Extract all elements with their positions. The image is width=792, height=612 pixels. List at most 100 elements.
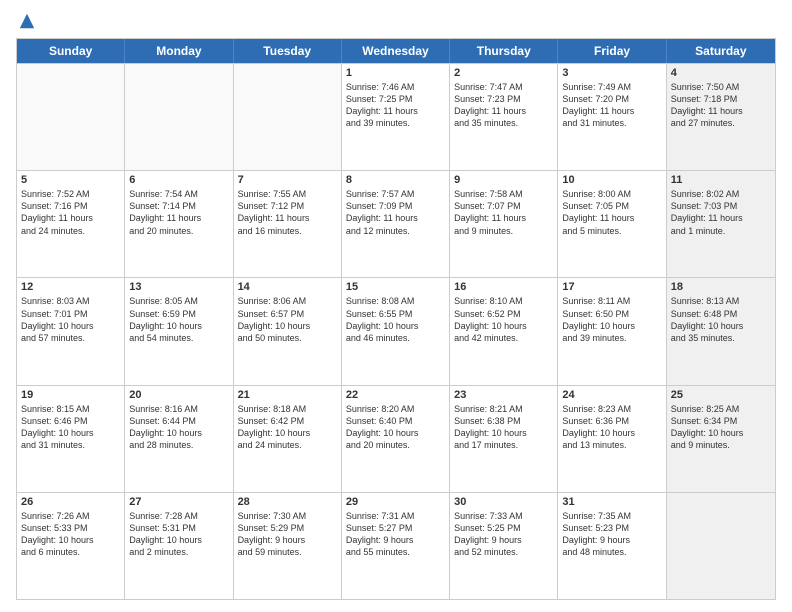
day-header-wednesday: Wednesday [342,39,450,63]
day-number: 5 [21,174,120,186]
day-number: 24 [562,389,661,401]
day-info: Sunrise: 8:16 AM Sunset: 6:44 PM Dayligh… [129,403,228,452]
day-header-thursday: Thursday [450,39,558,63]
calendar-cell: 16 Sunrise: 8:10 AM Sunset: 6:52 PM Dayli… [450,278,558,384]
calendar-cell: 20 Sunrise: 8:16 AM Sunset: 6:44 PM Dayli… [125,386,233,492]
calendar-cell: 1 Sunrise: 7:46 AM Sunset: 7:25 PM Daylig… [342,64,450,170]
day-number: 23 [454,389,553,401]
day-info: Sunrise: 8:23 AM Sunset: 6:36 PM Dayligh… [562,403,661,452]
day-info: Sunrise: 8:10 AM Sunset: 6:52 PM Dayligh… [454,295,553,344]
day-number: 13 [129,281,228,293]
day-info: Sunrise: 7:52 AM Sunset: 7:16 PM Dayligh… [21,188,120,237]
calendar-header: SundayMondayTuesdayWednesdayThursdayFrid… [17,39,775,63]
calendar-cell [17,64,125,170]
day-number: 17 [562,281,661,293]
day-number: 30 [454,496,553,508]
day-info: Sunrise: 8:15 AM Sunset: 6:46 PM Dayligh… [21,403,120,452]
calendar: SundayMondayTuesdayWednesdayThursdayFrid… [16,38,776,600]
calendar-cell: 4 Sunrise: 7:50 AM Sunset: 7:18 PM Daylig… [667,64,775,170]
day-number: 19 [21,389,120,401]
day-info: Sunrise: 8:13 AM Sunset: 6:48 PM Dayligh… [671,295,771,344]
calendar-cell: 5 Sunrise: 7:52 AM Sunset: 7:16 PM Daylig… [17,171,125,277]
day-number: 20 [129,389,228,401]
calendar-cell: 9 Sunrise: 7:58 AM Sunset: 7:07 PM Daylig… [450,171,558,277]
calendar-cell: 19 Sunrise: 8:15 AM Sunset: 6:46 PM Dayli… [17,386,125,492]
calendar-cell: 12 Sunrise: 8:03 AM Sunset: 7:01 PM Dayli… [17,278,125,384]
day-number: 27 [129,496,228,508]
calendar-cell: 18Sunrise: 8:13 AM Sunset: 6:48 PM Dayli… [667,278,775,384]
day-info: Sunrise: 7:31 AM Sunset: 5:27 PM Dayligh… [346,510,445,559]
calendar-row: 19 Sunrise: 8:15 AM Sunset: 6:46 PM Dayli… [17,385,775,492]
day-number: 7 [238,174,337,186]
day-number: 12 [21,281,120,293]
calendar-row: 12 Sunrise: 8:03 AM Sunset: 7:01 PM Dayli… [17,277,775,384]
day-header-monday: Monday [125,39,233,63]
day-info: Sunrise: 8:02 AM Sunset: 7:03 PM Dayligh… [671,188,771,237]
day-number: 21 [238,389,337,401]
logo-icon [18,12,36,30]
day-number: 1 [346,67,445,79]
day-info: Sunrise: 8:05 AM Sunset: 6:59 PM Dayligh… [129,295,228,344]
day-info: Sunrise: 8:11 AM Sunset: 6:50 PM Dayligh… [562,295,661,344]
calendar-cell: 10 Sunrise: 8:00 AM Sunset: 7:05 PM Dayli… [558,171,666,277]
day-info: Sunrise: 7:30 AM Sunset: 5:29 PM Dayligh… [238,510,337,559]
calendar-cell: 2 Sunrise: 7:47 AM Sunset: 7:23 PM Daylig… [450,64,558,170]
day-info: Sunrise: 7:58 AM Sunset: 7:07 PM Dayligh… [454,188,553,237]
day-info: Sunrise: 7:28 AM Sunset: 5:31 PM Dayligh… [129,510,228,559]
day-number: 8 [346,174,445,186]
day-info: Sunrise: 8:21 AM Sunset: 6:38 PM Dayligh… [454,403,553,452]
day-number: 15 [346,281,445,293]
day-info: Sunrise: 7:55 AM Sunset: 7:12 PM Dayligh… [238,188,337,237]
calendar-cell: 23 Sunrise: 8:21 AM Sunset: 6:38 PM Dayli… [450,386,558,492]
day-info: Sunrise: 8:20 AM Sunset: 6:40 PM Dayligh… [346,403,445,452]
calendar-row: 26 Sunrise: 7:26 AM Sunset: 5:33 PM Dayli… [17,492,775,599]
calendar-cell: 25Sunrise: 8:25 AM Sunset: 6:34 PM Dayli… [667,386,775,492]
calendar-cell: 6Sunrise: 7:54 AM Sunset: 7:14 PM Daylig… [125,171,233,277]
calendar-cell [125,64,233,170]
day-number: 14 [238,281,337,293]
calendar-cell: 14 Sunrise: 8:06 AM Sunset: 6:57 PM Dayli… [234,278,342,384]
calendar-cell: 11Sunrise: 8:02 AM Sunset: 7:03 PM Dayli… [667,171,775,277]
calendar-row: 5 Sunrise: 7:52 AM Sunset: 7:16 PM Daylig… [17,170,775,277]
day-info: Sunrise: 7:47 AM Sunset: 7:23 PM Dayligh… [454,81,553,130]
calendar-cell [234,64,342,170]
day-number: 16 [454,281,553,293]
day-header-sunday: Sunday [17,39,125,63]
calendar-cell: 26 Sunrise: 7:26 AM Sunset: 5:33 PM Dayli… [17,493,125,599]
calendar-cell: 30 Sunrise: 7:33 AM Sunset: 5:25 PM Dayli… [450,493,558,599]
day-info: Sunrise: 7:46 AM Sunset: 7:25 PM Dayligh… [346,81,445,130]
calendar-cell: 29Sunrise: 7:31 AM Sunset: 5:27 PM Dayli… [342,493,450,599]
calendar-cell: 15 Sunrise: 8:08 AM Sunset: 6:55 PM Dayli… [342,278,450,384]
day-info: Sunrise: 7:33 AM Sunset: 5:25 PM Dayligh… [454,510,553,559]
day-number: 10 [562,174,661,186]
calendar-cell: 21Sunrise: 8:18 AM Sunset: 6:42 PM Dayli… [234,386,342,492]
day-info: Sunrise: 8:25 AM Sunset: 6:34 PM Dayligh… [671,403,771,452]
calendar-cell: 22 Sunrise: 8:20 AM Sunset: 6:40 PM Dayli… [342,386,450,492]
calendar-row: 1 Sunrise: 7:46 AM Sunset: 7:25 PM Daylig… [17,63,775,170]
calendar-cell: 28 Sunrise: 7:30 AM Sunset: 5:29 PM Dayli… [234,493,342,599]
day-info: Sunrise: 7:54 AM Sunset: 7:14 PM Dayligh… [129,188,228,237]
calendar-cell: 27 Sunrise: 7:28 AM Sunset: 5:31 PM Dayli… [125,493,233,599]
calendar-cell: 3 Sunrise: 7:49 AM Sunset: 7:20 PM Daylig… [558,64,666,170]
day-info: Sunrise: 8:00 AM Sunset: 7:05 PM Dayligh… [562,188,661,237]
calendar-cell [667,493,775,599]
day-number: 9 [454,174,553,186]
day-info: Sunrise: 8:08 AM Sunset: 6:55 PM Dayligh… [346,295,445,344]
day-info: Sunrise: 7:26 AM Sunset: 5:33 PM Dayligh… [21,510,120,559]
calendar-body: 1 Sunrise: 7:46 AM Sunset: 7:25 PM Daylig… [17,63,775,599]
day-number: 22 [346,389,445,401]
day-info: Sunrise: 7:50 AM Sunset: 7:18 PM Dayligh… [671,81,771,130]
day-info: Sunrise: 8:06 AM Sunset: 6:57 PM Dayligh… [238,295,337,344]
calendar-cell: 7 Sunrise: 7:55 AM Sunset: 7:12 PM Daylig… [234,171,342,277]
day-number: 28 [238,496,337,508]
day-number: 4 [671,67,771,79]
day-header-saturday: Saturday [667,39,775,63]
day-number: 2 [454,67,553,79]
day-number: 26 [21,496,120,508]
calendar-cell: 13 Sunrise: 8:05 AM Sunset: 6:59 PM Dayli… [125,278,233,384]
day-info: Sunrise: 7:49 AM Sunset: 7:20 PM Dayligh… [562,81,661,130]
day-header-friday: Friday [558,39,666,63]
day-info: Sunrise: 8:03 AM Sunset: 7:01 PM Dayligh… [21,295,120,344]
day-number: 3 [562,67,661,79]
day-info: Sunrise: 7:57 AM Sunset: 7:09 PM Dayligh… [346,188,445,237]
